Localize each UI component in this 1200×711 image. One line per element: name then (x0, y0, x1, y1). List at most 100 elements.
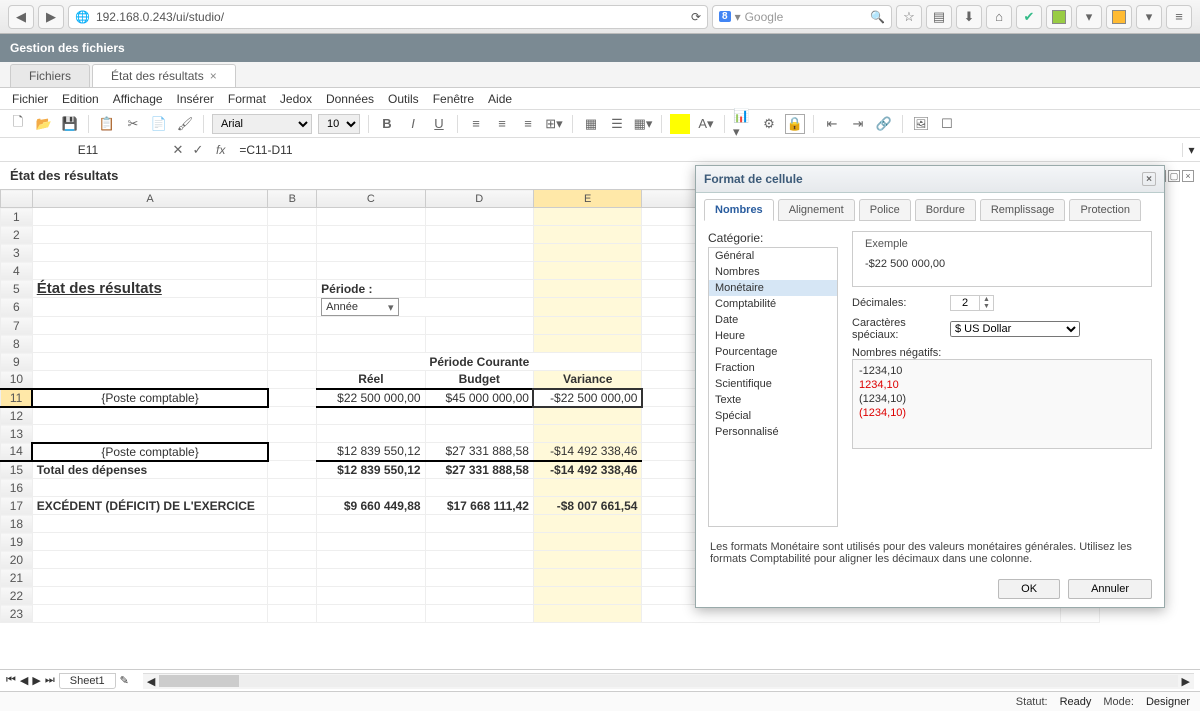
drive-icon-1[interactable] (1046, 5, 1072, 29)
borders-icon[interactable]: ▦ (581, 114, 601, 134)
sheet-nav-first-icon[interactable]: ⏮ (6, 674, 16, 687)
rows-icon[interactable]: ☰ (607, 114, 627, 134)
forward-button[interactable]: ▶ (38, 5, 64, 29)
format-cell-dialog: Format de cellule × Nombres Alignement P… (695, 165, 1165, 608)
formula-bar: E11 ✕ ✓ fx =C11-D11 ▾ (0, 138, 1200, 162)
menu-outils[interactable]: Outils (388, 92, 419, 106)
menu-affichage[interactable]: Affichage (113, 92, 163, 106)
cancel-formula-icon[interactable]: ✕ (168, 140, 188, 160)
format-painter-icon[interactable]: 🖌 (175, 114, 195, 134)
copy-icon[interactable]: 📋 (97, 114, 117, 134)
dialog-close-icon[interactable]: × (1142, 172, 1156, 186)
menu-aide[interactable]: Aide (488, 92, 512, 106)
browser-search[interactable]: 8 ▾ Google 🔍 (712, 5, 892, 29)
drive-icon-2[interactable] (1106, 5, 1132, 29)
bold-icon[interactable]: B (377, 114, 397, 134)
sheet-tab-bar: ⏮ ◀ ▶ ⏭ Sheet1 ✎ ◀▶ (0, 669, 1200, 691)
menu-donnees[interactable]: Données (326, 92, 374, 106)
library-icon[interactable]: ▤ (926, 5, 952, 29)
sheet-nav-next-icon[interactable]: ▶ (32, 674, 40, 687)
merge-icon[interactable]: ⊞▾ (544, 114, 564, 134)
menu-fichier[interactable]: Fichier (12, 92, 48, 106)
col-B[interactable]: B (268, 190, 317, 208)
outdent-icon[interactable]: ⇤ (822, 114, 842, 134)
formula-input[interactable]: =C11-D11 (233, 143, 1182, 157)
periode-dropdown[interactable]: Année (321, 298, 398, 316)
new-icon[interactable]: 🗋 (8, 114, 28, 134)
sheet-nav-prev-icon[interactable]: ◀ (20, 674, 28, 687)
negative-numbers-list[interactable]: -1234,10 1234,10 (1234,10) (1234,10) (852, 359, 1152, 449)
symbol-select[interactable]: $ US Dollar (950, 321, 1080, 337)
link-icon[interactable]: 🔗 (874, 114, 894, 134)
col-E[interactable]: E (533, 190, 642, 208)
save-icon[interactable]: 💾 (60, 114, 80, 134)
horizontal-scrollbar[interactable]: ◀▶ (143, 673, 1194, 689)
close-window-icon[interactable]: × (1182, 170, 1194, 182)
dlg-tab-remplissage[interactable]: Remplissage (980, 199, 1066, 221)
menu-jedox[interactable]: Jedox (280, 92, 312, 106)
dlg-tab-protection[interactable]: Protection (1069, 199, 1141, 221)
dlg-tab-alignement[interactable]: Alignement (778, 199, 855, 221)
close-icon[interactable]: × (210, 69, 217, 83)
image-icon[interactable]: 🖼 (911, 114, 931, 134)
check-icon[interactable]: ✔ (1016, 5, 1042, 29)
dlg-tab-nombres[interactable]: Nombres (704, 199, 774, 221)
sheet-tab-1[interactable]: Sheet1 (59, 673, 116, 689)
maximize-icon[interactable]: ▢ (1168, 170, 1180, 182)
menu-edition[interactable]: Edition (62, 92, 99, 106)
ok-button[interactable]: OK (998, 579, 1060, 599)
col-A[interactable]: A (32, 190, 268, 208)
font-select[interactable]: Arial (212, 114, 312, 134)
dlg-tab-police[interactable]: Police (859, 199, 911, 221)
dialog-hint: Les formats Monétaire sont utilisés pour… (696, 531, 1164, 571)
dialog-title: Format de cellule (704, 172, 803, 186)
widget-icon[interactable]: ⚙ (759, 114, 779, 134)
lock-icon[interactable]: 🔒 (785, 114, 805, 134)
menu-icon[interactable]: ≡ (1166, 5, 1192, 29)
fx-icon[interactable]: fx (208, 143, 233, 157)
decimals-spinner[interactable]: ▲▼ (950, 295, 994, 311)
font-color-icon[interactable]: A▾ (696, 114, 716, 134)
drive-sep: ▾ (1076, 5, 1102, 29)
tab-etat-resultats[interactable]: État des résultats× (92, 64, 236, 87)
italic-icon[interactable]: I (403, 114, 423, 134)
tab-fichiers[interactable]: Fichiers (10, 64, 90, 87)
cut-icon[interactable]: ✂ (123, 114, 143, 134)
paste-icon[interactable]: 📄 (149, 114, 169, 134)
fontsize-select[interactable]: 10 (318, 114, 360, 134)
globe-icon: 🌐 (75, 10, 90, 24)
category-list[interactable]: Général Nombres Monétaire Comptabilité D… (708, 247, 838, 527)
menu-format[interactable]: Format (228, 92, 266, 106)
file-tabstrip: Fichiers État des résultats× (0, 62, 1200, 88)
fill-color-icon[interactable] (670, 114, 690, 134)
back-button[interactable]: ◀ (8, 5, 34, 29)
reload-icon[interactable]: ⟳ (691, 10, 701, 24)
cell-E11[interactable]: -$22 500 000,00 (533, 389, 642, 407)
col-D[interactable]: D (425, 190, 533, 208)
indent-icon[interactable]: ⇥ (848, 114, 868, 134)
status-bar: Statut:Ready Mode:Designer (0, 691, 1200, 711)
download-icon[interactable]: ⬇ (956, 5, 982, 29)
home-icon[interactable]: ⌂ (986, 5, 1012, 29)
underline-icon[interactable]: U (429, 114, 449, 134)
cell-name-box[interactable]: E11 (8, 143, 168, 157)
cancel-button[interactable]: Annuler (1068, 579, 1152, 599)
bookmark-icon[interactable]: ☆ (896, 5, 922, 29)
menu-inserer[interactable]: Insérer (177, 92, 214, 106)
new-sheet-icon[interactable]: ✎ (120, 674, 129, 687)
dlg-tab-bordure[interactable]: Bordure (915, 199, 976, 221)
menubar: Fichier Edition Affichage Insérer Format… (0, 88, 1200, 110)
control-icon[interactable]: ☐ (937, 114, 957, 134)
align-left-icon[interactable]: ≡ (466, 114, 486, 134)
accept-formula-icon[interactable]: ✓ (188, 140, 208, 160)
formula-dropdown-icon[interactable]: ▾ (1182, 143, 1200, 157)
address-bar[interactable]: 🌐 192.168.0.243/ui/studio/ ⟳ (68, 5, 708, 29)
sheet-nav-last-icon[interactable]: ⏭ (45, 674, 55, 687)
grid-icon[interactable]: ▦▾ (633, 114, 653, 134)
chart-icon[interactable]: 📊▾ (733, 114, 753, 134)
align-center-icon[interactable]: ≡ (492, 114, 512, 134)
open-icon[interactable]: 📂 (34, 114, 54, 134)
menu-fenetre[interactable]: Fenêtre (433, 92, 474, 106)
col-C[interactable]: C (317, 190, 425, 208)
align-right-icon[interactable]: ≡ (518, 114, 538, 134)
